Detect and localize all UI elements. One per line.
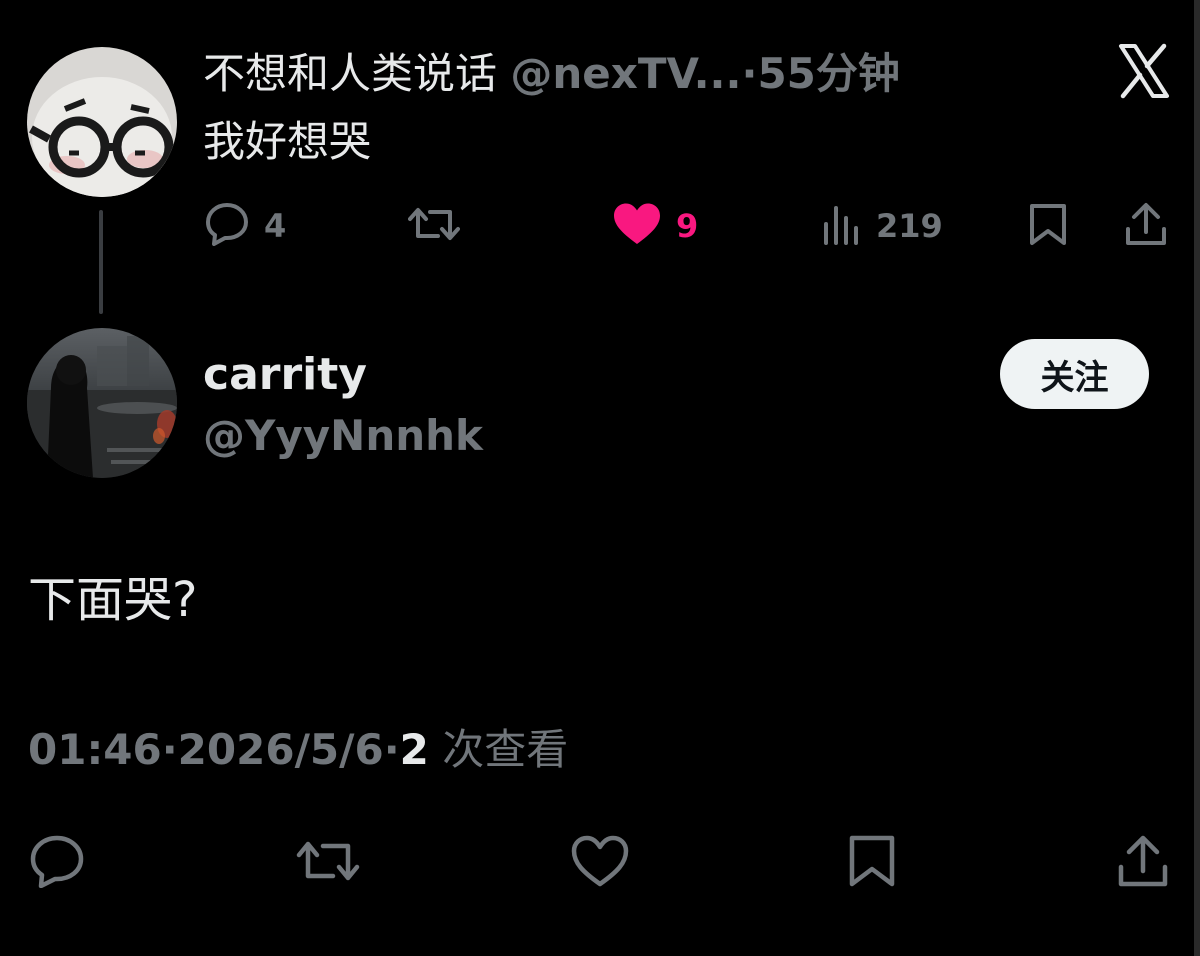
retweet-icon <box>296 834 360 892</box>
reply-views-label: 次查看 <box>442 725 569 774</box>
reply-retweet-action[interactable] <box>296 836 360 890</box>
reply-display-name[interactable]: carrity <box>203 346 367 404</box>
retweet-icon <box>408 202 460 250</box>
parent-like-count: 9 <box>676 207 699 245</box>
parent-handle[interactable]: @nexTV... <box>510 49 741 98</box>
scrollbar[interactable] <box>1194 0 1200 956</box>
reply-tweet-text: 下面哭? <box>28 572 198 628</box>
reply-handle[interactable]: @YyyNnnhk <box>203 408 483 464</box>
reply-bookmark-action[interactable] <box>848 834 896 892</box>
reply-share-action[interactable] <box>1116 834 1170 892</box>
reply-views-count: 2 <box>399 725 429 774</box>
parent-like-action[interactable]: 9 <box>612 202 699 250</box>
parent-views-action[interactable]: 219 <box>822 204 943 248</box>
meta-separator: · <box>383 725 400 774</box>
share-icon <box>1124 202 1168 250</box>
heart-icon <box>570 834 630 892</box>
parent-bookmark-action[interactable] <box>1028 204 1068 248</box>
share-icon <box>1116 834 1170 892</box>
follow-button[interactable]: 关注 <box>1000 339 1149 409</box>
parent-reply-action[interactable]: 4 <box>204 202 287 250</box>
parent-retweet-action[interactable] <box>408 204 460 248</box>
bookmark-icon <box>1028 202 1068 250</box>
x-logo-icon[interactable] <box>1118 42 1170 100</box>
reply-avatar[interactable] <box>27 328 177 478</box>
reply-time[interactable]: 01:46 <box>28 725 162 774</box>
reply-like-action[interactable] <box>570 834 630 892</box>
bookmark-icon <box>848 834 896 892</box>
parent-share-action[interactable] <box>1124 202 1168 250</box>
parent-tweet-header: 不想和人类说话 @nexTV...·55分钟 <box>203 46 900 102</box>
views-icon <box>822 202 862 250</box>
reply-icon <box>204 202 250 250</box>
heart-icon <box>612 202 662 250</box>
thread-connector-line <box>99 210 103 314</box>
header-separator: · <box>741 49 758 98</box>
meta-separator: · <box>161 725 178 774</box>
parent-time-ago[interactable]: 55分钟 <box>757 49 899 98</box>
reply-date[interactable]: 2026/5/6 <box>178 725 384 774</box>
parent-tweet-text: 我好想哭 <box>203 117 372 166</box>
parent-reply-count: 4 <box>264 207 287 245</box>
reply-meta-line: 01:46·2026/5/6·2 次查看 <box>28 722 568 778</box>
reply-icon <box>28 834 86 892</box>
parent-views-count: 219 <box>876 207 943 245</box>
reply-reply-action[interactable] <box>28 834 86 892</box>
parent-avatar[interactable] <box>27 47 177 197</box>
parent-display-name[interactable]: 不想和人类说话 <box>203 49 497 98</box>
